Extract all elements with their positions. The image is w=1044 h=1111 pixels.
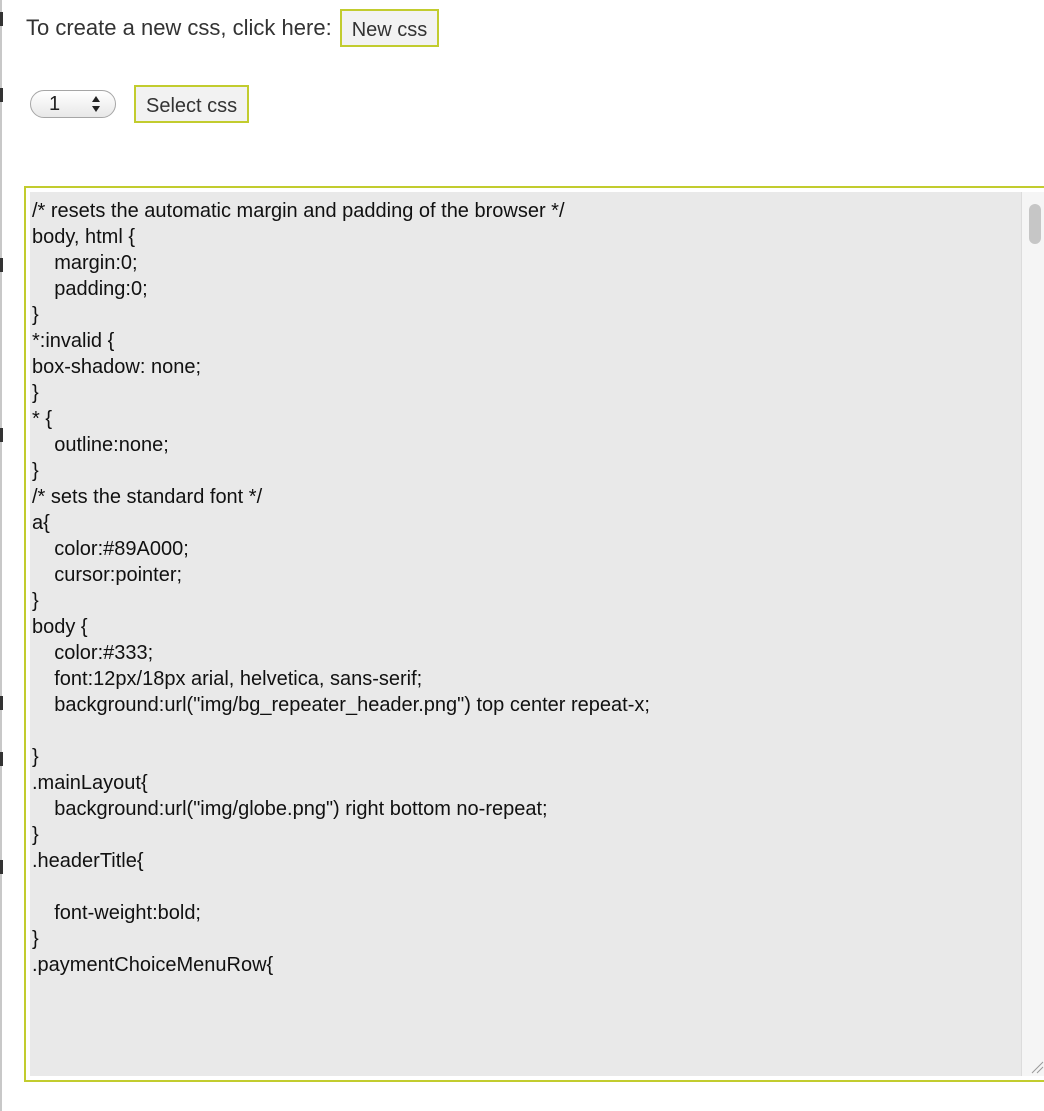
code-line: } xyxy=(32,928,39,950)
code-line: margin:0; xyxy=(32,252,138,274)
code-line: a{ xyxy=(32,512,50,534)
code-line: cursor:pointer; xyxy=(32,564,183,586)
code-line: color:#333; xyxy=(32,642,154,664)
left-edge-tick xyxy=(0,696,3,710)
code-line: font-weight:bold; xyxy=(32,902,201,924)
left-edge-tick xyxy=(0,752,3,766)
code-line: } xyxy=(32,824,39,846)
page: To create a new css, click here: New css… xyxy=(0,0,1044,1111)
code-line: } xyxy=(32,460,39,482)
code-line: .mainLayout{ xyxy=(32,772,148,794)
select-css-button[interactable]: Select css xyxy=(134,85,250,123)
select-arrows-icon xyxy=(91,94,101,114)
code-line: /* resets the automatic margin and paddi… xyxy=(32,200,565,222)
code-line: /* sets the standard font */ xyxy=(32,486,263,508)
left-edge-line xyxy=(0,0,2,1111)
code-line: background:url("img/bg_repeater_header.p… xyxy=(32,694,650,716)
new-css-row: To create a new css, click here: New css xyxy=(26,8,440,48)
code-line: box-shadow: none; xyxy=(32,356,202,378)
select-css-row: 1 Select css xyxy=(30,84,250,124)
new-css-button[interactable]: New css xyxy=(339,9,440,47)
code-line: outline:none; xyxy=(32,434,169,456)
css-version-select[interactable]: 1 xyxy=(30,90,116,118)
code-line: font:12px/18px arial, helvetica, sans-se… xyxy=(32,668,423,690)
code-line: } xyxy=(32,590,39,612)
code-line: padding:0; xyxy=(32,278,148,300)
left-edge-tick xyxy=(0,428,3,442)
intro-text: To create a new css, click here: xyxy=(26,15,332,40)
code-line: background:url("img/globe.png") right bo… xyxy=(32,798,548,820)
code-line: .headerTitle{ xyxy=(32,850,144,872)
code-line: } xyxy=(32,746,39,768)
scrollbar-thumb[interactable] xyxy=(1029,204,1041,244)
code-line: .paymentChoiceMenuRow{ xyxy=(32,954,274,976)
code-line: * { xyxy=(32,408,53,430)
code-line: } xyxy=(32,304,39,326)
left-edge-tick xyxy=(0,860,3,874)
editor-scrollbar[interactable] xyxy=(1021,192,1044,1076)
code-line: *:invalid { xyxy=(32,330,115,352)
code-line: body, html { xyxy=(32,226,136,248)
left-edge-tick xyxy=(0,88,3,102)
resize-handle-icon[interactable] xyxy=(1028,1058,1044,1074)
css-code: /* resets the automatic margin and paddi… xyxy=(30,192,1044,978)
left-edge-tick xyxy=(0,258,3,272)
left-edge-tick xyxy=(0,12,3,26)
css-version-value: 1 xyxy=(49,92,61,115)
css-editor-textarea[interactable]: /* resets the automatic margin and paddi… xyxy=(30,192,1044,1076)
code-line: } xyxy=(32,382,39,404)
code-line: color:#89A000; xyxy=(32,538,189,560)
css-editor-frame: /* resets the automatic margin and paddi… xyxy=(24,186,1044,1082)
code-line: body { xyxy=(32,616,88,638)
